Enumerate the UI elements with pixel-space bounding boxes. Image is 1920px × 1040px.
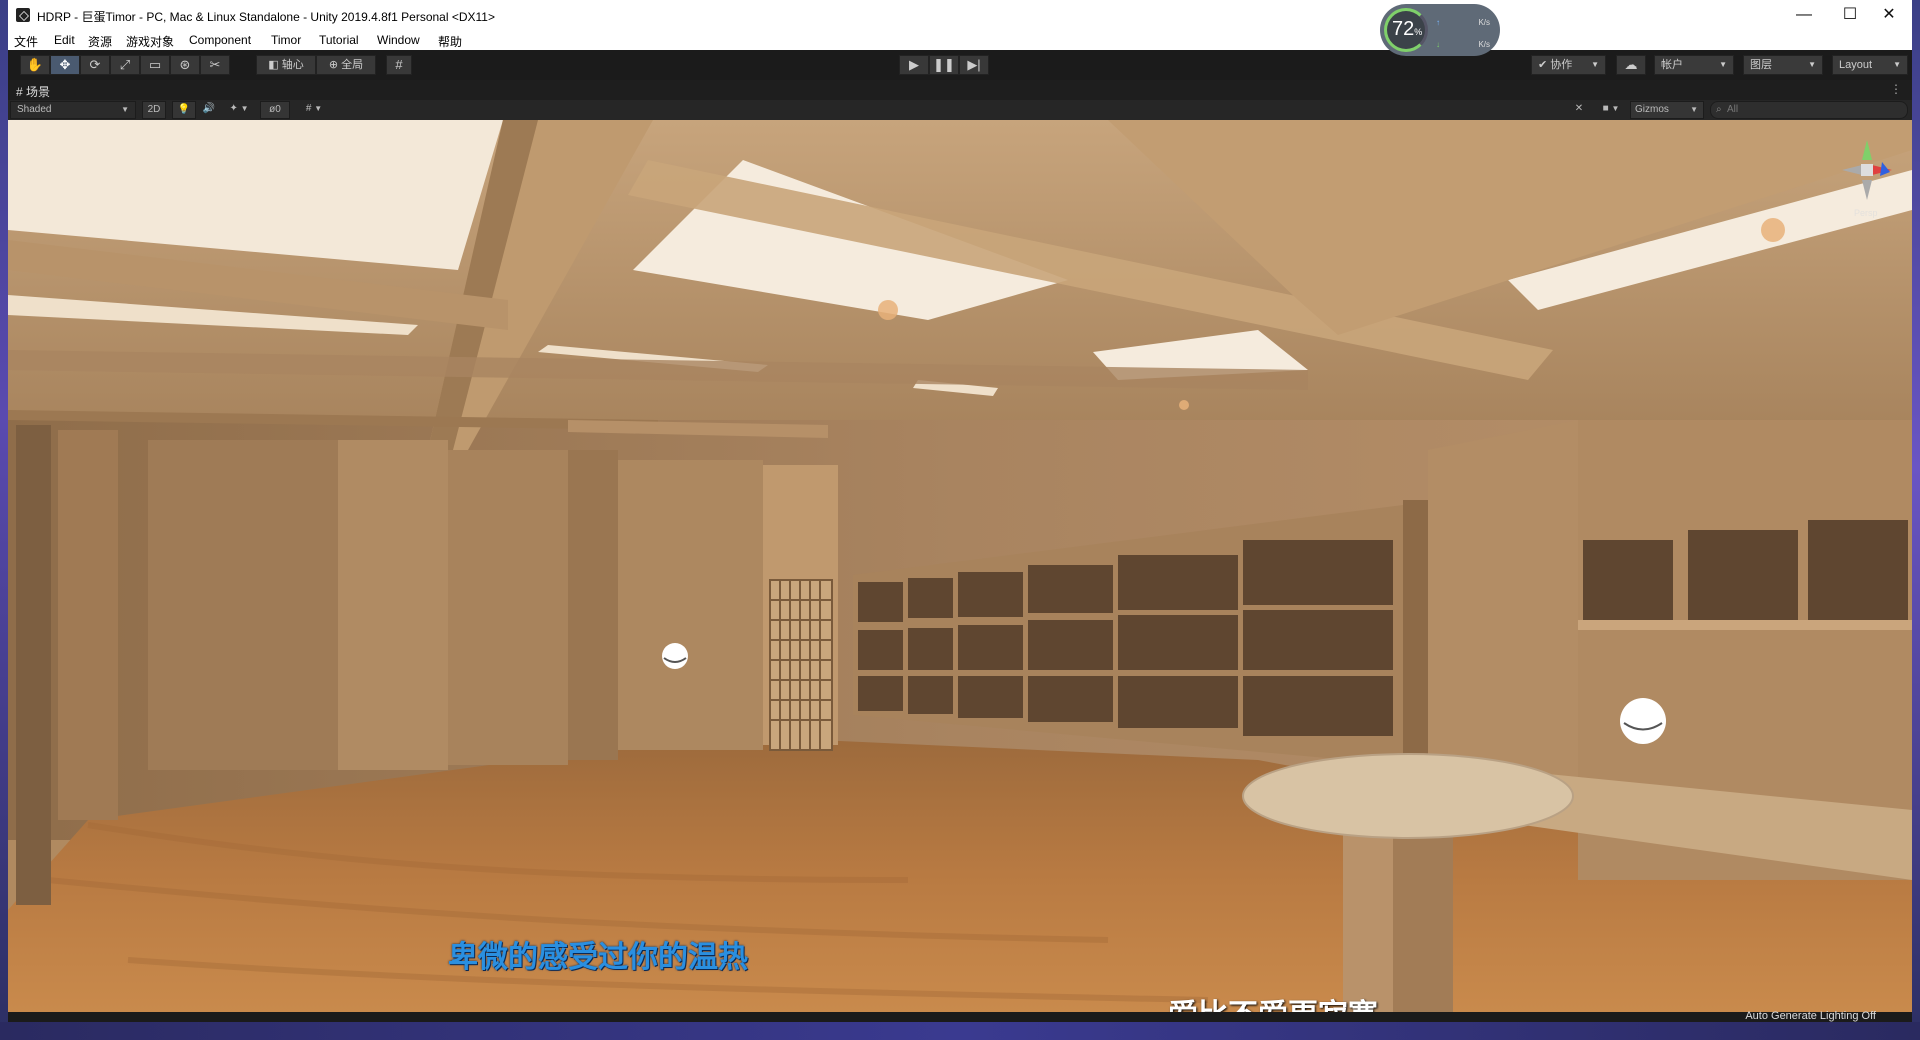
subtitle-line-2: 爱比不爱更寂寞: [1168, 990, 1378, 1012]
tools-icon: ✂: [209, 57, 221, 72]
lighting-status[interactable]: Auto Generate Lighting Off: [1745, 1010, 1876, 1022]
gizmos-dropdown[interactable]: Gizmos ▼: [1630, 101, 1704, 119]
effects-dropdown[interactable]: ✦ ▼: [222, 101, 256, 119]
pivot-toggle[interactable]: ◧ 轴心: [256, 55, 316, 75]
step-button[interactable]: ▶|: [959, 55, 989, 75]
move-tool-button[interactable]: ✥: [50, 55, 80, 75]
cloud-button[interactable]: ☁: [1616, 55, 1646, 75]
axis-gizmo-icon: [1842, 140, 1892, 200]
globe-icon: ⊕: [328, 59, 339, 71]
unity-logo-icon: [16, 8, 30, 22]
global-toggle[interactable]: ⊕ 全局: [316, 55, 376, 75]
scene-viewport[interactable]: Persp 卑微的感受过你的温热 爱比不爱更寂寞: [8, 120, 1912, 1012]
title-bar: HDRP - 巨蛋Timor - PC, Mac & Linux Standal…: [8, 0, 1912, 30]
tab-scene[interactable]: # 场景: [16, 83, 50, 100]
upload-arrow-icon: ↑: [1436, 18, 1440, 27]
scale-tool-button[interactable]: ⤢: [110, 55, 140, 75]
collab-dropdown[interactable]: ✔ 协作 ▼: [1531, 55, 1606, 75]
menu-edit[interactable]: Edit: [54, 33, 75, 47]
account-dropdown[interactable]: 帐户 ▼: [1654, 55, 1734, 75]
audio-toggle[interactable]: 🔊: [198, 101, 220, 119]
rotate-icon: ⟳: [89, 57, 101, 72]
hand-tool-button[interactable]: ✋: [20, 55, 50, 75]
move-icon: ✥: [59, 57, 71, 72]
chevron-down-icon: ▼: [1690, 105, 1698, 114]
menu-window[interactable]: Window: [377, 33, 420, 47]
download-rate: K/s: [1478, 40, 1490, 49]
hidden-objects-toggle[interactable]: ø0: [260, 101, 290, 119]
projection-label[interactable]: Persp: [1854, 208, 1878, 218]
room-render: [8, 120, 1912, 1012]
rect-tool-button[interactable]: ▭: [140, 55, 170, 75]
grid-dropdown[interactable]: # ▼: [296, 101, 332, 119]
scene-toolbar: Shaded ▼ 2D 💡 🔊 ✦ ▼ ø0 # ▼ ✕ ■ ▼ Gizmos ▼ …: [8, 100, 1912, 120]
chevron-down-icon: ▼: [1719, 60, 1727, 69]
tools-toggle[interactable]: ✕: [1568, 101, 1590, 119]
pause-button[interactable]: ❚❚: [929, 55, 959, 75]
2d-toggle[interactable]: 2D: [142, 101, 166, 119]
draw-mode-dropdown[interactable]: Shaded ▼: [10, 101, 136, 119]
download-arrow-icon: ↓: [1436, 40, 1440, 49]
transform-tool-button[interactable]: ⊛: [170, 55, 200, 75]
tab-menu-icon[interactable]: ⋮: [1890, 82, 1902, 96]
chevron-down-icon: ▼: [1591, 60, 1599, 69]
lighting-toggle[interactable]: 💡: [172, 101, 196, 119]
cloud-icon: ☁: [1624, 57, 1638, 72]
lightbulb-icon: 💡: [177, 104, 191, 115]
grid-icon: #: [305, 103, 312, 114]
status-bar: Auto Generate Lighting Off: [8, 1010, 1912, 1022]
desktop-edge-bottom: [0, 1022, 1920, 1040]
desktop-edge-left: [0, 0, 8, 1040]
speaker-icon: 🔊: [202, 103, 216, 114]
chevron-down-icon: ▼: [1808, 60, 1816, 69]
usage-percent: 72%: [1392, 18, 1423, 40]
chevron-down-icon: ▼: [314, 104, 323, 113]
grid-snap-icon: #: [395, 57, 403, 72]
menu-file[interactable]: 文件: [14, 33, 38, 50]
scene-tab-strip: # 场景 ⋮: [8, 80, 1912, 100]
chevron-down-icon: ▼: [1893, 60, 1901, 69]
layout-dropdown[interactable]: Layout ▼: [1832, 55, 1908, 75]
pivot-icon: ◧: [268, 59, 279, 71]
menu-tutorial[interactable]: Tutorial: [319, 33, 359, 47]
rect-icon: ▭: [148, 57, 162, 72]
network-speed-widget[interactable]: 72% ↑ K/s ↓ K/s: [1380, 4, 1500, 56]
check-icon: ✔: [1538, 59, 1548, 71]
pause-icon: ❚❚: [933, 57, 955, 72]
window-title: HDRP - 巨蛋Timor - PC, Mac & Linux Standal…: [37, 10, 495, 24]
menu-gameobject[interactable]: 游戏对象: [126, 33, 174, 50]
chevron-down-icon: ▼: [1611, 104, 1620, 113]
menu-timor[interactable]: Timor: [271, 33, 301, 47]
rotate-tool-button[interactable]: ⟳: [80, 55, 110, 75]
hand-icon: ✋: [26, 57, 44, 72]
effects-icon: ✦: [229, 103, 238, 114]
minimize-button[interactable]: —: [1781, 0, 1827, 30]
wrench-icon: ✕: [1574, 103, 1584, 114]
upload-rate: K/s: [1478, 18, 1490, 27]
chevron-down-icon: ▼: [240, 104, 249, 113]
scene-search-input[interactable]: All: [1710, 101, 1908, 119]
step-icon: ▶|: [967, 57, 981, 72]
scale-icon: ⤢: [119, 57, 131, 72]
unity-editor-window: HDRP - 巨蛋Timor - PC, Mac & Linux Standal…: [8, 0, 1912, 1022]
desktop-edge-right: [1912, 0, 1920, 1040]
scene-grid-icon: #: [16, 85, 23, 99]
camera-icon: ■: [1602, 103, 1609, 114]
play-button[interactable]: ▶: [899, 55, 929, 75]
grid-snap-button[interactable]: #: [386, 55, 412, 75]
camera-dropdown[interactable]: ■ ▼: [1594, 101, 1628, 119]
menu-component[interactable]: Component: [189, 33, 251, 47]
layers-dropdown[interactable]: 图层 ▼: [1743, 55, 1823, 75]
custom-tool-button[interactable]: ✂: [200, 55, 230, 75]
subtitle-line-1: 卑微的感受过你的温热: [448, 940, 748, 975]
play-icon: ▶: [909, 57, 919, 72]
chevron-down-icon: ▼: [121, 105, 129, 114]
menu-bar: 文件 Edit 资源 游戏对象 Component Timor Tutorial…: [8, 30, 1912, 50]
close-button[interactable]: ✕: [1866, 0, 1912, 30]
scene-orientation-gizmo[interactable]: Persp: [1832, 130, 1902, 225]
menu-assets[interactable]: 资源: [88, 33, 112, 50]
transform-icon: ⊛: [179, 57, 191, 72]
main-toolbar: ✋ ✥ ⟳ ⤢ ▭ ⊛ ✂ ◧ 轴心 ⊕ 全局 # ▶ ❚❚ ▶| ✔ 协作 ▼ …: [8, 50, 1912, 80]
menu-help[interactable]: 帮助: [438, 33, 462, 50]
